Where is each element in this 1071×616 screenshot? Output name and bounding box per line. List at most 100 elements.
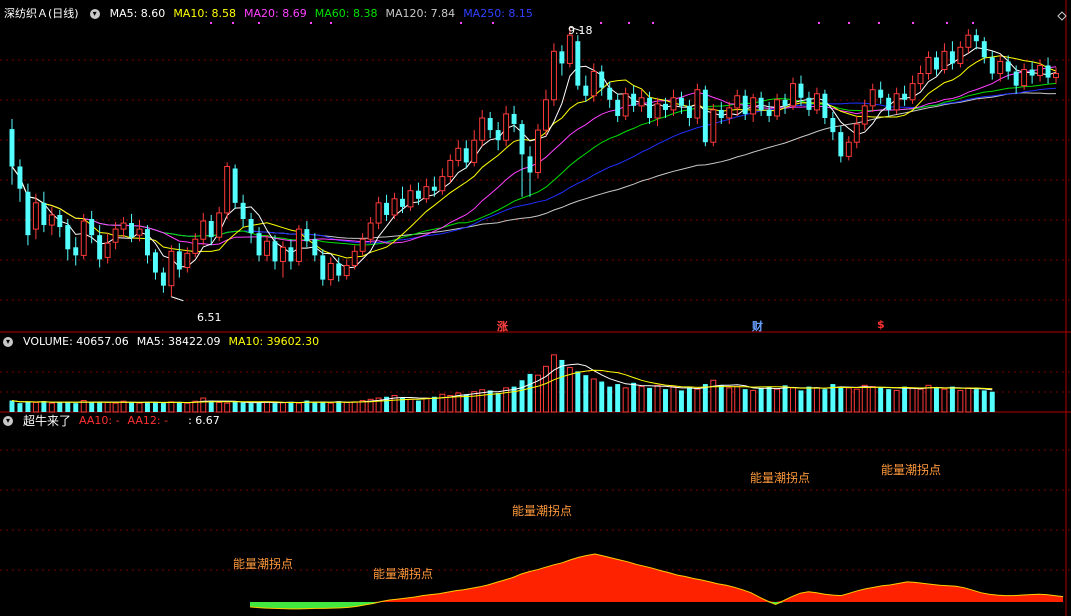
indicator-title[interactable]: 超牛来了: [23, 413, 71, 429]
candle-body: [686, 105, 692, 118]
volume-bar: [200, 397, 207, 413]
candle-body: [583, 85, 589, 96]
event-marker-dollar[interactable]: $: [877, 318, 885, 331]
candle-body: [487, 117, 493, 131]
signal-dot: [330, 22, 332, 24]
candle-body: [439, 176, 446, 192]
volume-bar: [527, 373, 533, 412]
volume-ma10-readout: MA10: 39602.30: [228, 335, 320, 348]
ma120-readout: MA120: 7.84: [385, 7, 456, 20]
signal-dot: [652, 22, 654, 24]
volume-bar: [120, 400, 127, 413]
candle-body: [774, 99, 781, 117]
volume-bar: [647, 387, 653, 412]
volume-bar: [73, 403, 79, 412]
candle-body: [312, 239, 318, 256]
candle-body: [104, 242, 111, 258]
volume-bar: [663, 389, 668, 412]
volume-bar: [41, 401, 47, 412]
candle-body: [224, 165, 231, 214]
candle-body: [941, 50, 948, 70]
candle-body: [216, 212, 223, 238]
volume-bar: [965, 387, 972, 413]
event-marker-zhang[interactable]: 涨: [497, 318, 508, 334]
candle-body: [902, 93, 908, 100]
volume-bar: [288, 401, 294, 412]
volume-bar: [168, 401, 175, 413]
candle-body: [57, 214, 63, 228]
signal-dot: [848, 22, 850, 24]
indicator-label: 能量潮拐点: [881, 463, 942, 477]
volume-bar: [710, 379, 717, 413]
ma20-readout: MA20: 8.69: [244, 7, 307, 20]
volume-bar: [973, 389, 979, 412]
volume-bar: [957, 389, 964, 413]
candle-body: [129, 223, 135, 238]
chevron-down-icon[interactable]: ▾: [3, 416, 13, 426]
volume-bar: [886, 389, 892, 412]
candle-body: [615, 99, 621, 116]
candle-body: [1029, 69, 1035, 76]
volume-bar: [9, 400, 15, 412]
candle-body: [495, 130, 501, 141]
candle-body: [208, 221, 214, 238]
candle-body: [830, 117, 836, 133]
ma120-line: [11, 92, 1057, 239]
candle-body: [264, 240, 270, 256]
candle-body: [702, 89, 708, 143]
candle-body: [1037, 64, 1044, 77]
signal-dot: [878, 22, 880, 24]
candle-body: [80, 220, 87, 256]
candle-body: [822, 93, 828, 118]
volume-bar: [861, 384, 868, 413]
candle-body: [17, 166, 23, 189]
candle-body: [256, 233, 262, 256]
candle-body: [575, 41, 581, 86]
candle-body: [248, 219, 254, 234]
ma60-readout: MA60: 8.38: [314, 7, 378, 20]
volume-bar: [104, 401, 111, 413]
candle-body: [41, 202, 47, 226]
candle-body: [359, 238, 366, 252]
volume-bar: [224, 402, 231, 413]
candle-body: [279, 246, 286, 262]
volume-ma10-line: [11, 369, 993, 404]
volume-bar: [670, 386, 677, 413]
volume-bar: [407, 398, 414, 413]
candle-body: [647, 97, 653, 118]
candle-body: [590, 71, 597, 97]
volume-bar: [838, 386, 844, 412]
volume-bar: [343, 401, 350, 413]
chevron-down-icon[interactable]: ▾: [3, 337, 13, 347]
event-marker-cai[interactable]: 财: [752, 318, 763, 334]
ma250-readout: MA250: 8.15: [463, 7, 533, 20]
candle-body: [878, 89, 884, 98]
candle-body: [25, 191, 31, 236]
candle-body: [909, 83, 916, 101]
candle-body: [136, 228, 143, 236]
stock-name[interactable]: 深纺织Ａ(日线): [4, 6, 79, 22]
volume-bar: [152, 402, 158, 412]
volume-bar: [439, 393, 446, 413]
candle-body: [622, 93, 629, 117]
signal-dot: [310, 22, 312, 24]
candle-body: [766, 109, 772, 116]
chevron-down-icon[interactable]: ▾: [89, 9, 100, 19]
volume-bar: [917, 388, 924, 413]
volume-bar: [575, 371, 581, 412]
candle-body: [351, 250, 358, 266]
volume-bar: [240, 402, 246, 412]
candle-body: [710, 109, 717, 143]
volume-bar: [17, 403, 23, 412]
candle-body: [9, 129, 15, 167]
aa10-readout: AA10: -: [79, 414, 120, 427]
candle-body: [925, 56, 932, 75]
candle-body: [965, 34, 972, 48]
signal-dot: [628, 22, 630, 24]
candle-body: [638, 97, 645, 107]
candle-body: [367, 222, 374, 240]
chart-canvas: [0, 0, 1071, 616]
indicator-positive-area: [250, 554, 1063, 602]
candle-body: [519, 124, 525, 155]
candle-body: [670, 97, 677, 111]
